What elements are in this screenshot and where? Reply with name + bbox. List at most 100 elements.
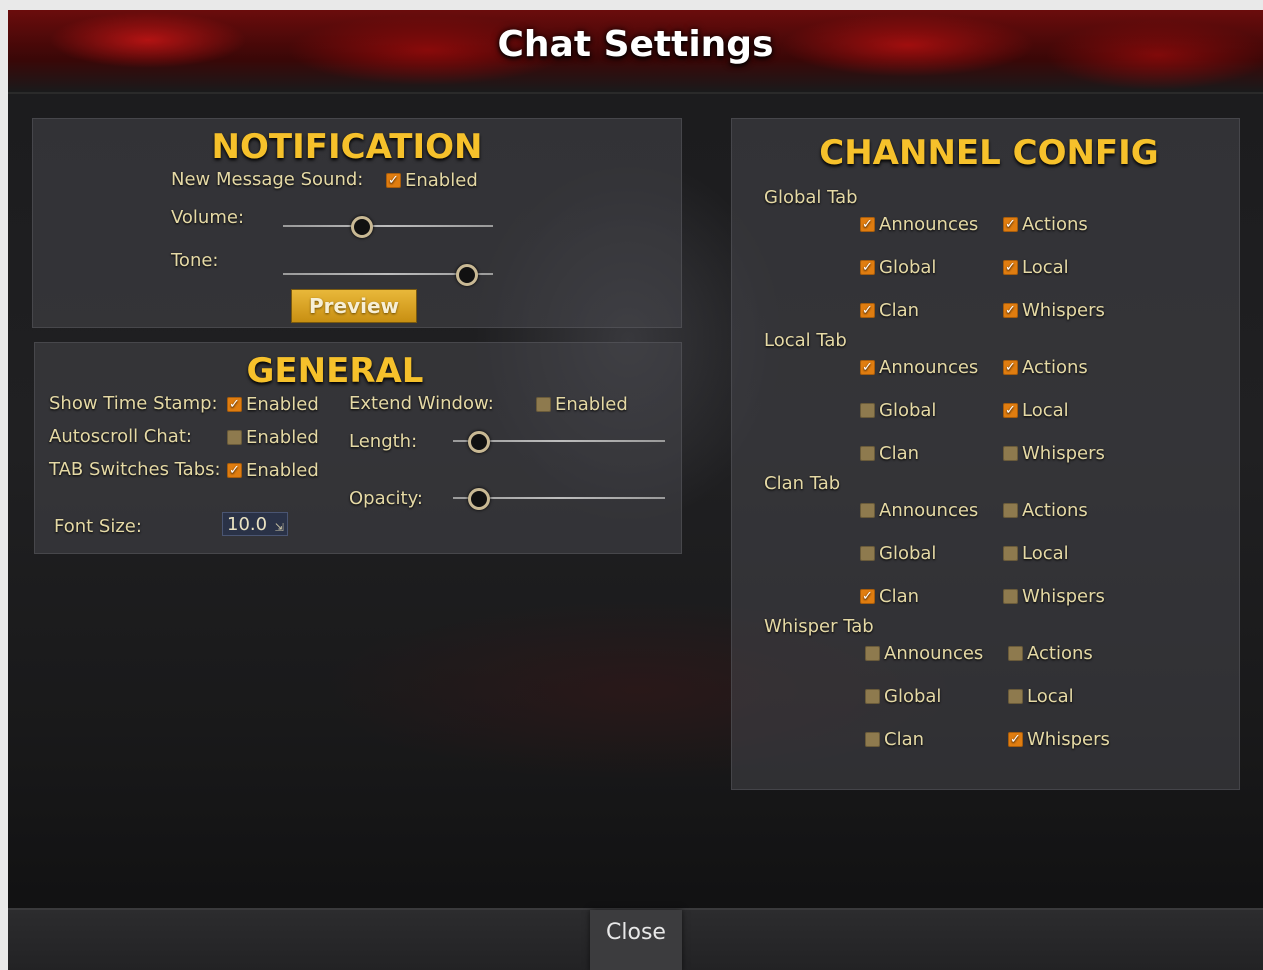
channel-config-heading: CHANNEL CONFIG [819,133,1159,173]
channel-checkbox-whispers[interactable]: ✓ Whispers [1003,300,1105,321]
checkbox-icon: ✓ [865,646,880,661]
checkbox-icon: ✓ [865,732,880,747]
checkbox-label: Enabled [555,394,628,415]
channel-tab-label: Global Tab [764,187,858,208]
channel-checkbox-global[interactable]: ✓ Global [860,543,936,564]
opacity-label: Opacity: [349,488,423,509]
checkbox-icon: ✓ [860,303,875,318]
channel-checkbox-clan[interactable]: ✓ Clan [860,586,919,607]
channel-checkbox-clan[interactable]: ✓ Clan [860,443,919,464]
channel-checkbox-global[interactable]: ✓ Global [865,686,941,707]
notification-heading: NOTIFICATION [211,127,483,167]
slider-knob[interactable] [455,264,478,286]
channel-checkbox-clan[interactable]: ✓ Clan [865,729,924,750]
checkbox-label: Local [1022,257,1069,278]
channel-tab-label: Local Tab [764,330,847,351]
length-slider[interactable] [453,431,665,453]
tone-slider[interactable] [283,264,493,286]
spinner-arrows-icon[interactable]: ⇲ [275,516,284,540]
footer-bar: Close [8,908,1263,970]
channel-checkbox-local[interactable]: ✓ Local [1008,686,1074,707]
channel-tab-label: Whisper Tab [764,616,874,637]
tab-switches-label: TAB Switches Tabs: [49,459,221,480]
checkbox-icon: ✓ [1003,260,1018,275]
channel-checkbox-whispers[interactable]: ✓ Whispers [1003,586,1105,607]
slider-knob[interactable] [468,431,491,453]
channel-checkbox-actions[interactable]: ✓ Actions [1003,500,1088,521]
channel-checkbox-announces[interactable]: ✓ Announces [865,643,983,664]
checkbox-label: Clan [879,300,920,321]
show-time-stamp-checkbox[interactable]: ✓ Enabled [227,394,319,415]
extend-window-label: Extend Window: [349,393,494,414]
channel-checkbox-actions[interactable]: ✓ Actions [1008,643,1093,664]
channel-checkbox-global[interactable]: ✓ Global [860,257,936,278]
new-message-sound-checkbox[interactable]: ✓ Enabled [386,170,478,191]
channel-checkbox-global[interactable]: ✓ Global [860,400,936,421]
channel-checkbox-actions[interactable]: ✓ Actions [1003,357,1088,378]
checkbox-label: Enabled [246,394,319,415]
checkbox-icon: ✓ [860,546,875,561]
tab-switches-checkbox[interactable]: ✓ Enabled [227,460,319,481]
checkbox-icon: ✓ [1003,589,1018,604]
channel-tab-label: Clan Tab [764,473,841,494]
close-button[interactable]: Close [590,910,682,970]
channel-checkbox-whispers[interactable]: ✓ Whispers [1003,443,1105,464]
checkbox-label: Global [879,257,937,278]
window-title: Chat Settings [497,24,774,65]
channel-checkbox-local[interactable]: ✓ Local [1003,543,1069,564]
checkbox-icon: ✓ [1008,689,1023,704]
channel-checkbox-announces[interactable]: ✓ Announces [860,214,978,235]
new-message-sound-label: New Message Sound: [171,169,364,190]
channel-checkbox-local[interactable]: ✓ Local [1003,257,1069,278]
checkbox-label: Clan [884,729,925,750]
autoscroll-label: Autoscroll Chat: [49,426,192,447]
font-size-label: Font Size: [54,516,142,537]
checkbox-label: Actions [1022,500,1088,521]
checkbox-icon: ✓ [860,503,875,518]
checkbox-label: Enabled [246,427,319,448]
font-size-input[interactable]: 10.0 ⇲ [222,512,288,536]
checkbox-label: Global [884,686,942,707]
checkbox-icon: ✓ [1003,503,1018,518]
font-size-value: 10.0 [227,514,268,535]
volume-slider[interactable] [283,216,493,238]
checkbox-icon: ✓ [1003,360,1018,375]
channel-checkbox-announces[interactable]: ✓ Announces [860,500,978,521]
channel-checkbox-local[interactable]: ✓ Local [1003,400,1069,421]
slider-knob[interactable] [468,488,491,510]
show-time-stamp-label: Show Time Stamp: [49,393,218,414]
channel-checkbox-clan[interactable]: ✓ Clan [860,300,919,321]
autoscroll-checkbox[interactable]: ✓ Enabled [227,427,319,448]
channel-checkbox-actions[interactable]: ✓ Actions [1003,214,1088,235]
checkbox-label: Whispers [1027,729,1110,750]
general-panel: GENERAL Show Time Stamp: ✓ Enabled Autos… [34,342,682,554]
slider-track [283,225,493,227]
checkbox-label: Whispers [1022,586,1105,607]
checkbox-icon: ✓ [860,446,875,461]
preview-button[interactable]: Preview [291,289,417,323]
checkbox-icon: ✓ [1003,303,1018,318]
checkbox-icon: ✓ [1003,217,1018,232]
checkbox-label: Announces [884,643,984,664]
channel-checkbox-announces[interactable]: ✓ Announces [860,357,978,378]
checkbox-label: Enabled [246,460,319,481]
checkbox-label: Clan [879,586,920,607]
checkbox-icon: ✓ [227,430,242,445]
checkbox-label: Clan [879,443,920,464]
chat-settings-window: Chat Settings NOTIFICATION New Message S… [8,10,1263,970]
channel-checkbox-whispers[interactable]: ✓ Whispers [1008,729,1110,750]
slider-knob[interactable] [350,216,373,238]
checkbox-label: Whispers [1022,443,1105,464]
checkbox-icon: ✓ [860,260,875,275]
checkbox-label: Announces [879,500,979,521]
checkbox-label: Enabled [405,170,478,191]
checkbox-label: Actions [1022,214,1088,235]
tone-label: Tone: [171,250,219,271]
checkbox-label: Whispers [1022,300,1105,321]
extend-window-checkbox[interactable]: ✓ Enabled [536,394,628,415]
checkbox-label: Local [1022,400,1069,421]
checkbox-label: Global [879,543,937,564]
opacity-slider[interactable] [453,488,665,510]
checkbox-icon: ✓ [1008,732,1023,747]
notification-panel: NOTIFICATION New Message Sound: ✓ Enable… [32,118,682,328]
